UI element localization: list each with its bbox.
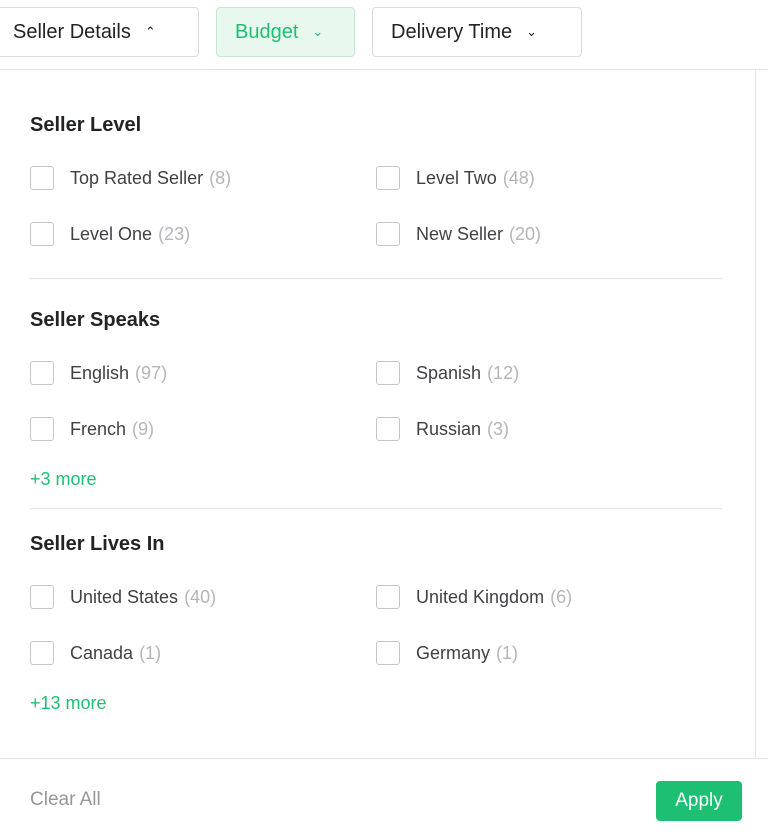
button-label: Budget	[235, 20, 299, 43]
checkbox[interactable]	[376, 222, 400, 246]
filter-option[interactable]: Level Two (48)	[376, 166, 722, 190]
option-count: (23)	[158, 223, 191, 244]
option-count: (97)	[135, 362, 168, 383]
filter-section: Seller Level Top Rated Seller (8) Level Two…	[30, 114, 722, 279]
checkbox[interactable]	[30, 361, 54, 385]
delivery-time-button[interactable]: Delivery Time ⌄	[372, 7, 582, 57]
chevron-down-icon: ⌄	[312, 24, 324, 39]
filter-option[interactable]: Top Rated Seller (8)	[30, 166, 376, 190]
option-label: English	[70, 362, 130, 383]
filter-section: Seller Speaks English (97) Spanish (12) Frenc…	[30, 309, 722, 509]
show-more-link[interactable]: +13 more	[30, 693, 722, 714]
scrollbar-track[interactable]	[755, 69, 756, 759]
checkbox[interactable]	[376, 417, 400, 441]
checkbox[interactable]	[30, 585, 54, 609]
option-label: United Kingdom	[416, 586, 545, 607]
filter-option[interactable]: New Seller (20)	[376, 222, 722, 246]
checkbox[interactable]	[30, 417, 54, 441]
option-label: Spanish	[416, 362, 482, 383]
option-label: Germany	[416, 642, 491, 663]
filter-option[interactable]: Russian (3)	[376, 417, 722, 441]
option-count: (9)	[132, 418, 155, 439]
section-title: Seller Speaks	[30, 309, 161, 331]
chevron-up-icon: ⌃	[144, 24, 156, 39]
checkbox[interactable]	[30, 641, 54, 665]
filter-option[interactable]: Level One (23)	[30, 222, 376, 246]
budget-button[interactable]: Budget ⌄	[216, 7, 355, 57]
option-count: (3)	[487, 418, 510, 439]
filter-option[interactable]: United Kingdom (6)	[376, 585, 722, 609]
option-label: New Seller	[416, 223, 504, 244]
option-count: (6)	[550, 586, 573, 607]
section-title: Seller Level	[30, 114, 142, 136]
checkbox[interactable]	[376, 361, 400, 385]
clear-all-button[interactable]: Clear All	[30, 789, 101, 811]
filter-option[interactable]: Germany (1)	[376, 641, 722, 665]
filter-option[interactable]: United States (40)	[30, 585, 376, 609]
checkbox[interactable]	[30, 222, 54, 246]
option-label: Top Rated Seller	[70, 167, 204, 188]
option-count: (48)	[502, 167, 535, 188]
checkbox[interactable]	[376, 166, 400, 190]
option-label: Canada	[70, 642, 134, 663]
checkbox[interactable]	[376, 641, 400, 665]
option-count: (1)	[139, 642, 162, 663]
section-divider	[30, 278, 722, 279]
option-count: (20)	[509, 223, 542, 244]
option-label: French	[70, 418, 127, 439]
filter-option[interactable]: French (9)	[30, 417, 376, 441]
chevron-down-icon: ⌄	[526, 24, 538, 39]
option-count: (1)	[496, 642, 519, 663]
checkbox[interactable]	[30, 166, 54, 190]
option-label: Level One	[70, 223, 153, 244]
filter-section: Seller Lives In United States (40) United K…	[30, 533, 722, 714]
button-label: Seller Details	[13, 20, 131, 43]
option-count: (8)	[209, 167, 232, 188]
toolbar-divider	[0, 69, 768, 70]
option-label: Level Two	[416, 167, 497, 188]
filter-option[interactable]: English (97)	[30, 361, 376, 385]
option-label: United States	[70, 586, 179, 607]
button-label: Delivery Time	[391, 20, 513, 43]
option-label: Russian	[416, 418, 482, 439]
show-more-link[interactable]: +3 more	[30, 469, 722, 490]
checkbox[interactable]	[376, 585, 400, 609]
filter-option[interactable]: Canada (1)	[30, 641, 376, 665]
apply-button[interactable]: Apply	[656, 781, 742, 821]
filter-option[interactable]: Spanish (12)	[376, 361, 722, 385]
section-title: Seller Lives In	[30, 533, 165, 555]
seller-details-button[interactable]: Seller Details ⌃	[0, 7, 199, 57]
section-divider	[30, 508, 722, 509]
option-count: (12)	[487, 362, 520, 383]
footer-divider	[0, 758, 768, 759]
option-count: (40)	[184, 586, 217, 607]
